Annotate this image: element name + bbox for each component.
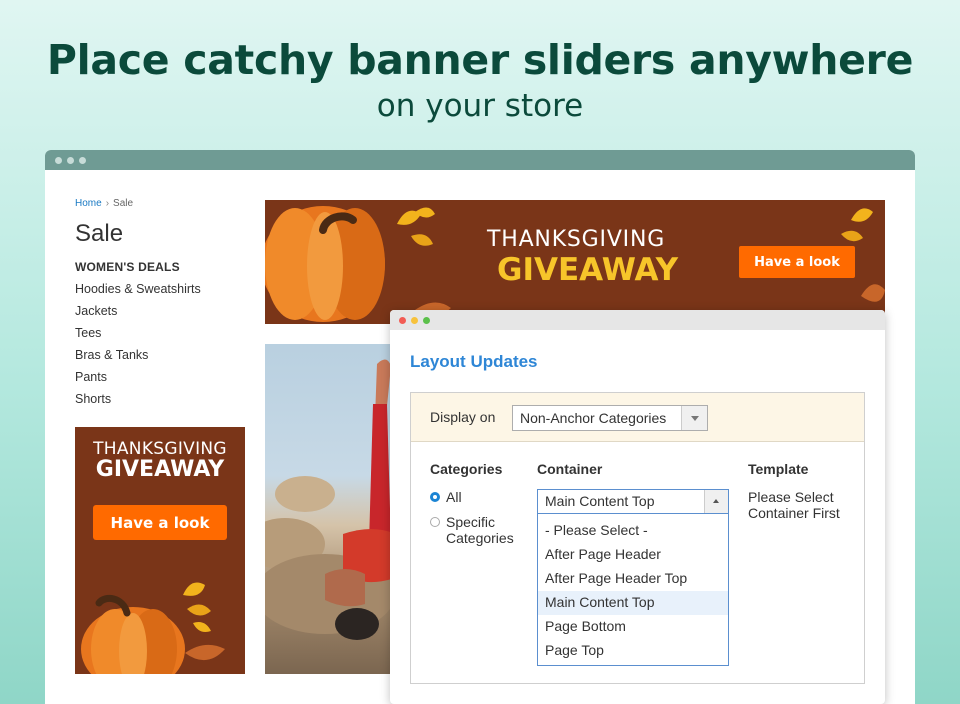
radio-specific-label: Specific Categories [446,514,514,546]
display-on-value: Non-Anchor Categories [520,410,667,426]
radio-unselected-icon[interactable] [430,517,440,527]
side-banner[interactable]: THANKSGIVING GIVEAWAY Have a look [75,427,245,674]
dropdown-option-selected[interactable]: Main Content Top [538,591,728,615]
layout-updates-panel: Layout Updates Display on Non-Anchor Cat… [390,310,885,704]
window-dot-icon [79,156,86,164]
dropdown-option[interactable]: After Page Header [538,543,728,567]
display-on-row: Display on Non-Anchor Categories [411,393,864,442]
panel-titlebar [390,310,885,330]
category-link-hoodies[interactable]: Hoodies & Sweatshirts [75,282,201,304]
dropdown-option[interactable]: - Please Select - [538,519,728,543]
category-link-pants[interactable]: Pants [75,370,201,392]
dropdown-option[interactable]: After Page Header Top [538,567,728,591]
hero-title: Place catchy banner sliders anywhere [46,36,914,84]
container-select[interactable]: Main Content Top [537,489,729,514]
layout-update-form: Display on Non-Anchor Categories Categor… [410,392,865,684]
breadcrumb-home-link[interactable]: Home [75,198,102,209]
page-title: Sale [75,220,124,247]
container-header: Container [537,461,603,477]
minimize-window-icon[interactable] [411,316,418,324]
dropdown-option[interactable]: Page Top [538,639,728,663]
top-banner-cta-button[interactable]: Have a look [739,246,855,278]
category-link-jackets[interactable]: Jackets [75,304,201,326]
panel-title: Layout Updates [410,352,538,371]
close-window-icon[interactable] [399,316,406,324]
dropdown-option[interactable]: Page Bottom [538,615,728,639]
chevron-right-icon: › [105,198,110,209]
window-dot-icon [55,156,62,164]
category-list: WOMEN'S DEALS Hoodies & Sweatshirts Jack… [75,260,201,414]
radio-specific-option[interactable]: Specific Categories [430,514,514,546]
breadcrumb-current: Sale [113,198,134,209]
radio-all-label: All [446,489,462,505]
display-on-select[interactable]: Non-Anchor Categories [512,405,708,431]
template-header: Template [748,461,809,477]
maximize-window-icon[interactable] [423,316,430,324]
chevron-down-icon[interactable] [681,406,707,430]
pumpkin-icon [81,582,225,674]
radio-all-option[interactable]: All [430,489,462,505]
category-link-shorts[interactable]: Shorts [75,392,201,414]
browser-titlebar [45,150,915,170]
category-link-tees[interactable]: Tees [75,326,201,348]
hero-subtitle: on your store [376,88,584,124]
yoga-person-image [265,359,395,640]
top-banner[interactable]: THANKSGIVING GIVEAWAY Have a look [265,200,885,324]
category-link-bras[interactable]: Bras & Tanks [75,348,201,370]
category-heading: WOMEN'S DEALS [75,260,180,274]
display-on-label: Display on [430,409,496,425]
template-placeholder-text: Please Select Container First [748,489,840,521]
categories-header: Categories [430,461,503,477]
top-banner-line1: THANKSGIVING [487,227,666,252]
yoga-photo [265,344,395,674]
breadcrumb: Home › Sale [75,198,133,209]
top-banner-line2: GIVEAWAY [497,252,679,288]
container-dropdown-list: - Please Select - After Page Header Afte… [537,514,729,666]
radio-selected-icon[interactable] [430,492,440,502]
chevron-up-icon[interactable] [704,490,728,513]
container-select-value: Main Content Top [545,493,655,509]
window-dot-icon [67,156,74,164]
